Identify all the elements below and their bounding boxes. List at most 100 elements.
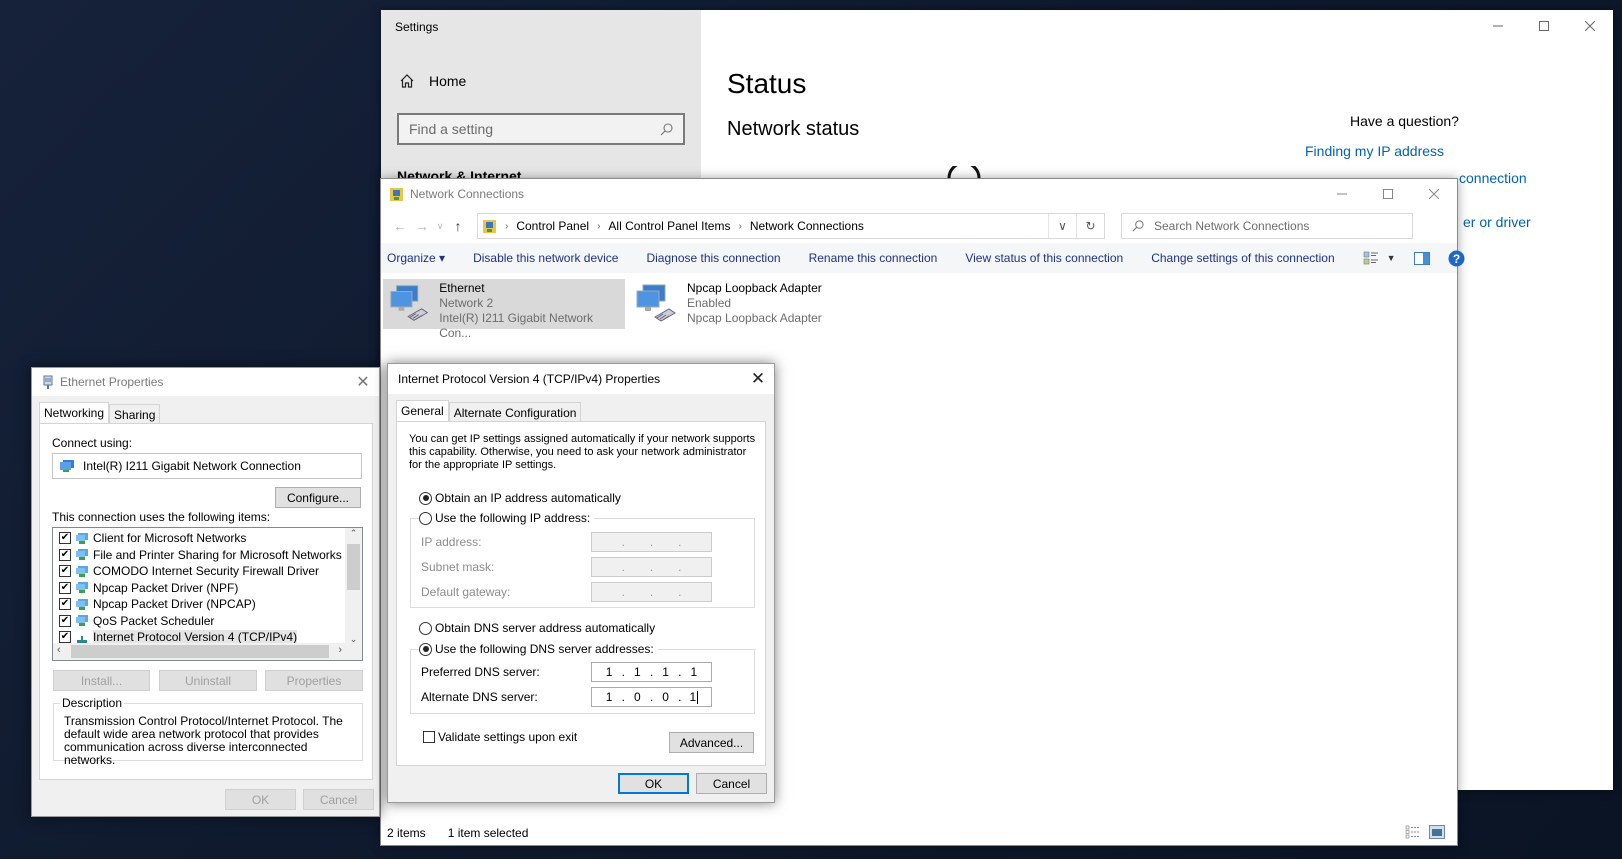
list-item[interactable]: ✔ QoS Packet Scheduler [53,613,343,630]
maximize-button[interactable] [1521,10,1567,42]
maximize-button[interactable] [1365,179,1411,209]
ip-octet[interactable]: 0 [626,690,648,704]
address-history-dropdown[interactable]: ∨ [1048,214,1076,238]
breadcrumb-all-items[interactable]: All Control Panel Items [608,219,730,233]
preview-pane-icon[interactable] [1413,251,1430,265]
list-item[interactable]: ✔ Npcap Packet Driver (NPCAP) [53,596,343,613]
control-panel-icon [483,219,496,233]
horizontal-scrollbar[interactable]: ‹ › [53,643,362,660]
change-settings-button[interactable]: Change settings of this connection [1151,251,1348,265]
minimize-button[interactable] [1475,10,1521,42]
large-icons-view-icon[interactable] [1429,825,1445,839]
default-gateway-input[interactable]: ... [591,582,712,602]
item-checkbox[interactable]: ✔ [59,631,71,644]
network-adapter-icon [60,460,74,472]
tab-general[interactable]: General [396,400,449,423]
list-item[interactable]: ✔ COMODO Internet Security Firewall Drive… [53,563,343,580]
configure-button[interactable]: Configure... [275,487,361,508]
rename-button[interactable]: Rename this connection [809,251,952,265]
organize-menu[interactable]: Organize ▾ [387,251,459,265]
dns-auto-radio[interactable]: Obtain DNS server address automatically [419,621,660,635]
tab-networking[interactable]: Networking [39,402,110,425]
alternate-dns-input[interactable]: 1.0.0.1 [591,687,712,707]
minimize-button[interactable] [1319,179,1365,209]
scroll-thumb[interactable] [347,544,360,590]
link-driver[interactable]: er or driver [1463,214,1531,230]
scroll-right-icon[interactable]: › [338,644,342,656]
link-connection[interactable]: connection [1459,170,1527,186]
search-network-connections-input[interactable]: Search Network Connections [1121,213,1413,239]
settings-home-link[interactable]: Home [399,73,466,89]
close-button[interactable]: ✕ [347,372,379,392]
help-icon[interactable]: ? [1448,250,1465,267]
disable-device-button[interactable]: Disable this network device [473,251,632,265]
ip-octet[interactable]: 1 [598,690,620,704]
address-bar[interactable]: › Control Panel › All Control Panel Item… [477,213,1105,239]
list-item[interactable]: ✔ Npcap Packet Driver (NPF) [53,580,343,597]
minimize-icon [1493,25,1503,27]
ip-octet[interactable]: 1 [683,665,705,679]
subnet-mask-input[interactable]: ... [591,557,712,577]
recent-dropdown[interactable]: ∨ [433,221,447,232]
ip-address-input[interactable]: ... [591,532,712,552]
item-label: File and Printer Sharing for Microsoft N… [93,547,342,562]
list-item[interactable]: ✔ Client for Microsoft Networks [53,530,343,547]
scroll-up-icon[interactable]: ⌃ [345,528,362,542]
globe-icon [947,166,981,178]
cancel-button[interactable]: Cancel [696,773,767,794]
view-status-button[interactable]: View status of this connection [965,251,1137,265]
ip-auto-radio[interactable]: Obtain an IP address automatically [419,491,625,505]
preferred-dns-input[interactable]: 1.1.1.1 [591,662,712,682]
ip-octet[interactable]: 1 [655,665,677,679]
link-finding-ip[interactable]: Finding my IP address [1305,143,1444,159]
refresh-button[interactable]: ↻ [1076,214,1104,238]
chevron-right-icon: › [738,220,742,232]
radio-indicator [419,491,432,505]
adapter-ethernet[interactable]: Ethernet Network 2 Intel(R) I211 Gigabit… [383,279,625,340]
ip-octet[interactable]: 1 [626,665,648,679]
validate-checkbox[interactable]: Validate settings upon exit [423,730,577,744]
ip-octet[interactable]: 1 [683,690,705,705]
adapter-npcap-loopback[interactable]: Npcap Loopback Adapter Enabled Npcap Loo… [629,279,829,329]
ok-button[interactable]: OK [618,773,689,794]
item-checkbox[interactable]: ✔ [59,532,71,545]
cancel-button[interactable]: Cancel [303,789,374,810]
item-checkbox[interactable]: ✔ [59,565,71,578]
close-button[interactable] [1411,179,1457,209]
item-checkbox[interactable]: ✔ [59,548,71,561]
hscroll-thumb[interactable] [71,645,329,658]
settings-search-input[interactable]: Find a setting [397,113,685,145]
details-view-icon[interactable] [1405,825,1421,839]
forward-button[interactable]: → [411,218,433,234]
ip-manual-radio[interactable]: Use the following IP address: [419,511,595,525]
adapter-status: Enabled [687,296,732,310]
item-checkbox[interactable]: ✔ [59,598,71,611]
properties-button[interactable]: Properties [265,670,363,691]
view-options-button[interactable]: ▼ [1363,251,1396,265]
chevron-right-icon: › [505,220,509,232]
close-button[interactable] [1567,10,1613,42]
ip-auto-label: Obtain an IP address automatically [435,491,621,505]
list-item[interactable]: ✔ File and Printer Sharing for Microsoft … [53,547,343,564]
vertical-scrollbar[interactable]: ⌃ ⌄ [345,528,362,645]
scroll-left-icon[interactable]: ‹ [57,644,61,656]
diagnose-button[interactable]: Diagnose this connection [646,251,794,265]
ip-octet[interactable]: 1 [598,665,620,679]
home-label: Home [429,73,467,89]
item-checkbox[interactable]: ✔ [59,614,71,627]
breadcrumb-control-panel[interactable]: Control Panel [516,219,589,233]
breadcrumb-network-connections[interactable]: Network Connections [750,219,864,233]
ok-button[interactable]: OK [225,789,296,810]
advanced-button[interactable]: Advanced... [669,732,754,753]
item-checkbox[interactable]: ✔ [59,581,71,594]
chevron-right-icon: › [597,220,601,232]
dns-manual-radio[interactable]: Use the following DNS server addresses: [419,642,658,656]
ip-octet[interactable]: 0 [655,690,677,704]
close-button[interactable]: ✕ [742,369,774,389]
install-button[interactable]: Install... [53,670,150,691]
up-button[interactable]: ↑ [447,218,469,234]
uninstall-button[interactable]: Uninstall [159,670,257,691]
help-question: Have a question? [1350,113,1459,129]
address-row: ← → ∨ ↑ › Control Panel › All Control Pa… [381,209,1457,243]
back-button[interactable]: ← [389,218,411,234]
